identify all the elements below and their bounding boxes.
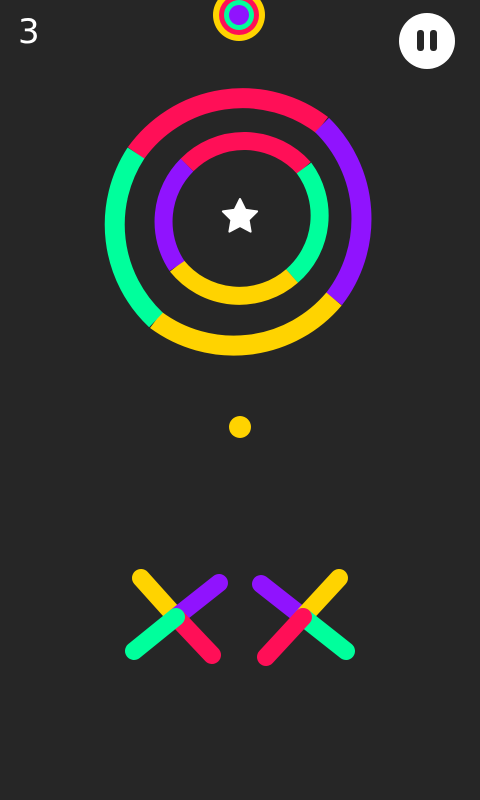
star-icon <box>221 198 259 233</box>
outer-ring-segment-green <box>104 147 163 328</box>
right-cross-arm-red <box>257 608 312 666</box>
pause-icon <box>430 30 437 51</box>
pause-button[interactable] <box>399 13 455 69</box>
score-counter: 3 <box>18 12 40 52</box>
color-switcher-icon <box>213 0 265 41</box>
inner-ring-segment-yellow <box>169 260 298 305</box>
game-layer <box>104 0 372 666</box>
left-cross-arm-green <box>125 608 185 660</box>
pause-icon <box>417 30 424 51</box>
game-stage[interactable]: 3 <box>0 0 480 800</box>
player-ball <box>229 416 251 438</box>
right-cross <box>252 569 355 666</box>
inner-ring-segment-red <box>180 132 311 175</box>
inner-ring-segment-green <box>285 162 329 283</box>
left-cross <box>125 569 228 664</box>
inner-ring-segment-purple <box>154 158 194 271</box>
outer-ring-segment-yellow <box>150 292 342 356</box>
